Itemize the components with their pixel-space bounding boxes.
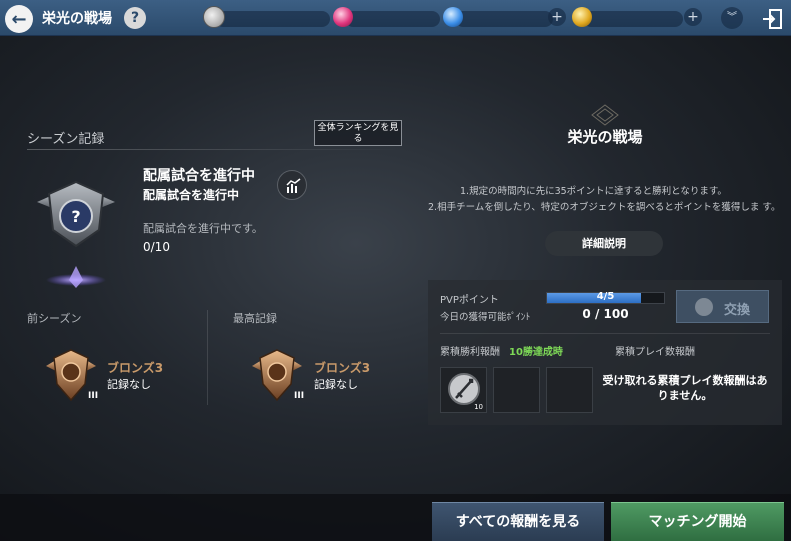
chart-trend-icon: [286, 178, 301, 193]
best-record-label: 最高記録: [233, 312, 277, 325]
reward-count: 10: [474, 403, 483, 411]
help-button[interactable]: ?: [124, 7, 146, 29]
divider: [440, 333, 770, 334]
currency-slot-2: [345, 11, 440, 27]
placement-description: 配属試合を進行中です。: [143, 222, 263, 235]
season-record-title: シーズン記録: [27, 132, 105, 147]
sword-coin-icon: [695, 298, 713, 316]
start-matching-button[interactable]: マッチング開始: [611, 502, 784, 541]
divider: [27, 149, 405, 150]
arrow-left-icon: ←: [11, 8, 27, 30]
shield-icon: ?: [37, 180, 115, 288]
blue-gem-icon: [443, 7, 463, 27]
exit-button[interactable]: [760, 7, 784, 31]
rule-text-2: 2.相手チームを倒したり、特定のオブジェクトを調べるとポイントを獲得しま す。: [428, 202, 781, 213]
detail-explanation-button[interactable]: 詳細説明: [545, 231, 663, 256]
ornament-icon: [590, 104, 620, 126]
plus-icon: +: [687, 9, 699, 25]
reward-slot[interactable]: 10: [440, 367, 487, 413]
divider: [207, 310, 208, 405]
expand-menu-button[interactable]: ︾: [721, 7, 743, 29]
pvp-points-value: 4/5: [596, 291, 615, 302]
back-button[interactable]: ←: [5, 5, 33, 33]
best-rank-record: 記録なし: [314, 378, 358, 391]
best-rank-name: ブロンズ3: [314, 361, 371, 375]
rule-text-1: 1.規定の時間内に先に35ポイントに達すると勝利となります。: [460, 186, 727, 197]
today-points-label: 今日の獲得可能ﾎﾟｲﾝﾄ: [440, 312, 531, 323]
add-blue-gem-button[interactable]: +: [548, 8, 566, 26]
plus-icon: +: [551, 9, 563, 25]
gold-coin-icon: [572, 7, 592, 27]
reward-slot-empty[interactable]: [493, 367, 540, 413]
previous-rank-record: 記録なし: [107, 378, 151, 391]
currency-slot-1: [215, 11, 330, 27]
today-points-value: 0 / 100: [582, 307, 629, 321]
stats-button[interactable]: [277, 170, 307, 200]
page-title: 栄光の戦場: [42, 11, 112, 27]
add-gold-button[interactable]: +: [684, 8, 702, 26]
play-reward-label: 累積プレイ数報酬: [615, 347, 695, 358]
view-all-rewards-button[interactable]: すべての報酬を見る: [432, 502, 604, 541]
currency-slot-3: [455, 11, 553, 27]
rank-tier: III: [88, 391, 99, 401]
win-reward-label: 累積勝利報酬: [440, 347, 500, 358]
sword-coin-icon: [203, 6, 225, 28]
placement-title: 配属試合を進行中: [143, 168, 255, 184]
win-condition: 10勝達成時: [509, 347, 563, 358]
previous-rank-name: ブロンズ3: [107, 361, 164, 375]
double-chevron-down-icon: ︾: [727, 12, 737, 23]
exchange-label: 交換: [724, 303, 751, 318]
exit-door-icon: [763, 9, 782, 29]
reward-slot-empty[interactable]: [546, 367, 593, 413]
currency-slot-4: [583, 11, 683, 27]
rank-tier: III: [294, 391, 305, 401]
overall-ranking-button[interactable]: 全体ランキングを見る: [314, 120, 402, 146]
no-play-reward-text: 受け取れる累積プレイ数報酬はありません。: [602, 374, 768, 402]
placement-subtitle: 配属試合を進行中: [143, 188, 240, 202]
top-bar: ← 栄光の戦場 ? + + ︾: [0, 0, 791, 36]
pink-gem-icon: [333, 7, 353, 27]
exchange-button[interactable]: 交換: [676, 290, 769, 323]
pvp-points-label: PVPポイント: [440, 295, 499, 306]
svg-text:?: ?: [71, 207, 80, 226]
battlefield-title: 栄光の戦場: [567, 128, 643, 146]
placement-count: 0/10: [143, 240, 170, 254]
placement-rank-badge: ?: [33, 180, 119, 290]
previous-season-label: 前シーズン: [27, 312, 82, 325]
